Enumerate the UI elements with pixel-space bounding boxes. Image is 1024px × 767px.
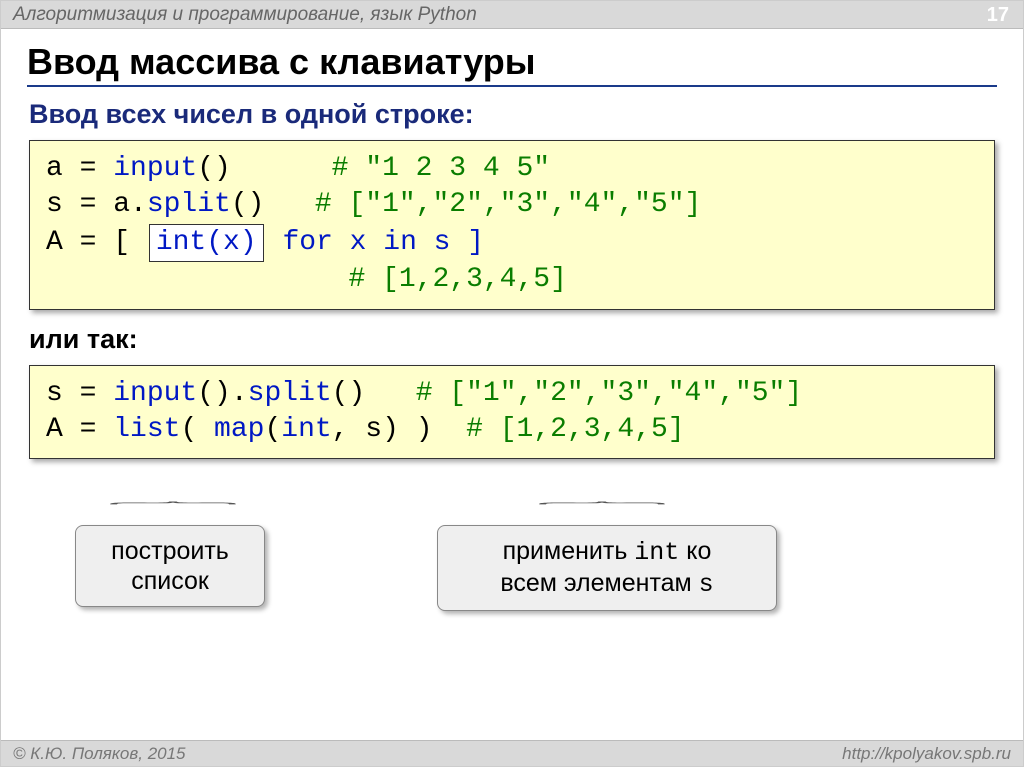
code-line: # [1,2,3,4,5] — [46, 262, 978, 298]
or-label: или так: — [29, 324, 997, 355]
code-line: s = a.split() # ["1","2","3","4","5"] — [46, 187, 978, 223]
header-title: Алгоритмизация и программирование, язык … — [13, 4, 477, 26]
footer-url: http://kpolyakov.spb.ru — [842, 744, 1011, 764]
callout-build-list: построить список — [75, 525, 265, 607]
code-line: A = list( map(int, s) ) # [1,2,3,4,5] — [46, 412, 978, 448]
code-line: a = input() # "1 2 3 4 5" — [46, 151, 978, 187]
callout-apply-int: применить int ко всем элементам s — [437, 525, 777, 611]
brace-icon: ︷ — [536, 491, 668, 507]
slide-header: Алгоритмизация и программирование, язык … — [1, 1, 1023, 29]
code-block-2: s = input().split() # ["1","2","3","4","… — [29, 365, 995, 460]
code-block-1: a = input() # "1 2 3 4 5" s = a.split() … — [29, 140, 995, 310]
code-line: s = input().split() # ["1","2","3","4","… — [46, 376, 978, 412]
slide-content: Ввод массива с клавиатуры Ввод всех чисе… — [1, 29, 1023, 623]
page-title: Ввод массива с клавиатуры — [27, 41, 997, 83]
page-number: 17 — [987, 4, 1009, 27]
callouts-area: ︷ ︷ построить список применить int ко вс… — [27, 473, 997, 623]
callout-text: построить список — [111, 537, 229, 595]
brace-icon: ︷ — [107, 491, 239, 507]
subtitle: Ввод всех чисел в одной строке: — [29, 99, 997, 130]
slide-footer: © К.Ю. Поляков, 2015 http://kpolyakov.sp… — [1, 740, 1023, 766]
copyright: © К.Ю. Поляков, 2015 — [13, 744, 186, 764]
highlight-box: int(x) — [149, 224, 264, 262]
title-divider — [27, 85, 997, 87]
code-line: A = [ int(x) for x in s ] — [46, 224, 978, 262]
